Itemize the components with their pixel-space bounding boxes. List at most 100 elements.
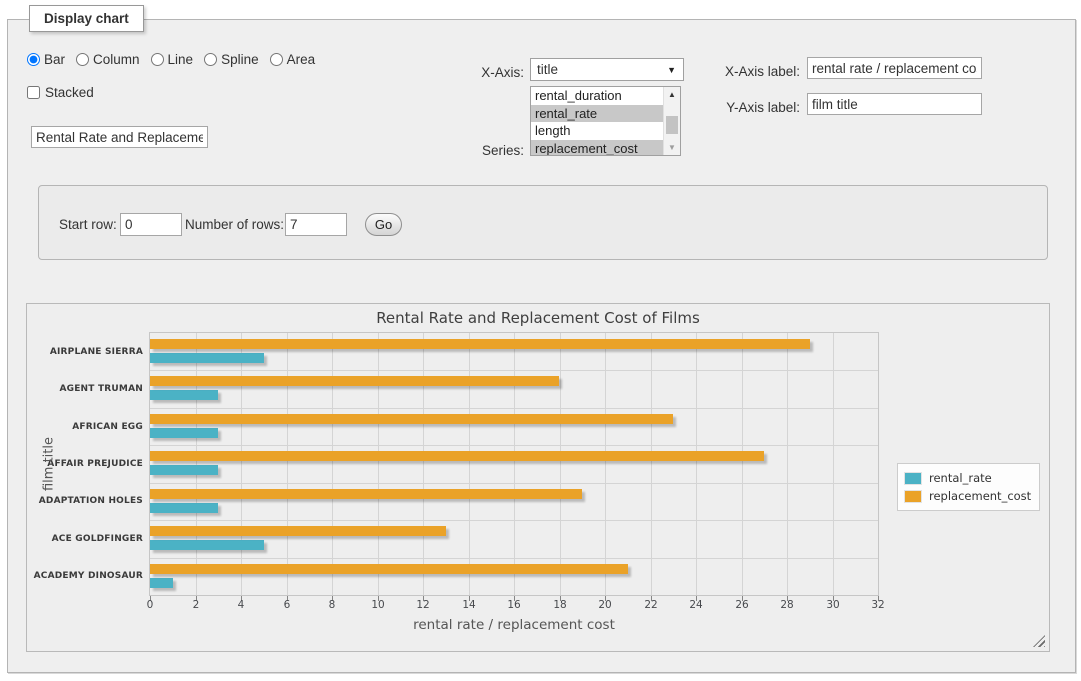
scroll-down-icon[interactable]: ▼ <box>664 140 680 155</box>
series-option-replacement_cost[interactable]: replacement_cost <box>531 140 680 157</box>
bar-rental_rate <box>150 353 264 363</box>
y-axis-title: film title <box>42 437 57 491</box>
chart-type-label: Column <box>93 52 140 67</box>
chart-type-radio-spline[interactable]: Spline <box>204 52 259 67</box>
x-axis-selected-value: title <box>537 62 558 77</box>
chart-type-radio-bar[interactable]: Bar <box>27 52 65 67</box>
y-category-label: ACE GOLDFINGER <box>27 520 143 557</box>
radio-input-area[interactable] <box>270 53 283 66</box>
bar-rental_rate <box>150 503 218 513</box>
bar-rental_rate <box>150 540 264 550</box>
chart-type-radio-area[interactable]: Area <box>270 52 316 67</box>
series-option-length[interactable]: length <box>531 122 680 140</box>
x-axis-title: rental rate / replacement cost <box>149 617 879 633</box>
x-axis-select[interactable]: title ▼ <box>530 58 684 81</box>
bar-replacement_cost <box>150 564 628 574</box>
bar-replacement_cost <box>150 376 559 386</box>
gridline <box>150 445 878 446</box>
radio-input-line[interactable] <box>151 53 164 66</box>
stacked-option[interactable]: Stacked <box>27 85 94 100</box>
radio-input-bar[interactable] <box>27 53 40 66</box>
x-tick-label: 22 <box>631 599 671 611</box>
gridline <box>287 333 288 595</box>
chart-type-radio-column[interactable]: Column <box>76 52 140 67</box>
display-chart-fieldset: Display chart BarColumnLineSplineArea St… <box>7 19 1076 673</box>
y-axis-label-input[interactable] <box>807 93 982 115</box>
x-tick-label: 2 <box>176 599 216 611</box>
go-button[interactable]: Go <box>365 213 402 236</box>
gridline <box>560 333 561 595</box>
x-axis-label-input[interactable] <box>807 57 982 79</box>
scrollbar-thumb[interactable] <box>666 116 678 134</box>
chart-type-label: Area <box>287 52 316 67</box>
gridline <box>514 333 515 595</box>
gridline <box>696 333 697 595</box>
x-tick-label: 8 <box>312 599 352 611</box>
chart-type-label: Spline <box>221 52 259 67</box>
legend-label: rental_rate <box>929 471 992 485</box>
chart-legend: rental_rate replacement_cost <box>897 463 1040 511</box>
bar-rental_rate <box>150 578 173 588</box>
x-tick-label: 26 <box>722 599 762 611</box>
stacked-checkbox[interactable] <box>27 86 40 99</box>
x-tick-label: 28 <box>767 599 807 611</box>
gridline <box>150 370 878 371</box>
gridline <box>196 333 197 595</box>
x-tick-label: 12 <box>403 599 443 611</box>
bar-replacement_cost <box>150 451 764 461</box>
radio-input-spline[interactable] <box>204 53 217 66</box>
chart-type-label: Bar <box>44 52 65 67</box>
bar-replacement_cost <box>150 339 810 349</box>
resize-handle-icon[interactable] <box>1033 635 1045 647</box>
chart-type-label: Line <box>168 52 194 67</box>
series-listbox[interactable]: rental_durationrental_ratelengthreplacem… <box>530 86 681 156</box>
num-rows-label: Number of rows: <box>185 213 284 236</box>
fieldset-legend: Display chart <box>29 5 144 32</box>
gridline <box>605 333 606 595</box>
x-tick-label: 0 <box>130 599 170 611</box>
chart-type-radios: Bar Column Line Spline Area <box>27 52 315 67</box>
gridline <box>150 483 878 484</box>
x-tick-label: 6 <box>267 599 307 611</box>
series-listbox-label: Series: <box>424 140 524 162</box>
gridline <box>833 333 834 595</box>
bar-replacement_cost <box>150 526 446 536</box>
legend-label: replacement_cost <box>929 489 1031 503</box>
x-tick-label: 4 <box>221 599 261 611</box>
bar-replacement_cost <box>150 489 582 499</box>
scroll-up-icon[interactable]: ▲ <box>664 87 680 102</box>
legend-entry-replacement_cost: replacement_cost <box>904 487 1031 505</box>
chevron-down-icon: ▼ <box>667 59 676 81</box>
num-rows-input[interactable] <box>285 213 347 236</box>
gridline <box>150 520 878 521</box>
x-tick-label: 30 <box>813 599 853 611</box>
y-category-label: AGENT TRUMAN <box>27 370 143 407</box>
bar-replacement_cost <box>150 414 673 424</box>
x-tick-label: 20 <box>585 599 625 611</box>
chart-title-input[interactable] <box>31 126 208 148</box>
x-axis-select-label: X-Axis: <box>424 62 524 84</box>
chart-container: Rental Rate and Replacement Cost of Film… <box>26 303 1050 652</box>
legend-swatch <box>904 472 922 485</box>
x-tick-label: 10 <box>358 599 398 611</box>
gridline <box>150 408 878 409</box>
listbox-scrollbar[interactable]: ▲ ▼ <box>663 87 680 155</box>
series-option-rental_duration[interactable]: rental_duration <box>531 87 680 105</box>
start-row-input[interactable] <box>120 213 182 236</box>
stacked-label: Stacked <box>45 85 94 100</box>
y-category-label: AIRPLANE SIERRA <box>27 333 143 370</box>
x-axis-tick-labels: 02468101214161820222426283032 <box>149 599 879 613</box>
chart-type-radio-line[interactable]: Line <box>151 52 194 67</box>
start-row-label: Start row: <box>59 213 117 236</box>
gridline <box>651 333 652 595</box>
radio-input-column[interactable] <box>76 53 89 66</box>
gridline <box>150 558 878 559</box>
x-tick-label: 18 <box>540 599 580 611</box>
series-option-rental_rate[interactable]: rental_rate <box>531 105 680 123</box>
gridline <box>332 333 333 595</box>
legend-swatch <box>904 490 922 503</box>
gridline <box>423 333 424 595</box>
x-tick-label: 32 <box>858 599 898 611</box>
series-options: rental_durationrental_ratelengthreplacem… <box>531 87 680 156</box>
x-axis-label-caption: X-Axis label: <box>700 61 800 83</box>
